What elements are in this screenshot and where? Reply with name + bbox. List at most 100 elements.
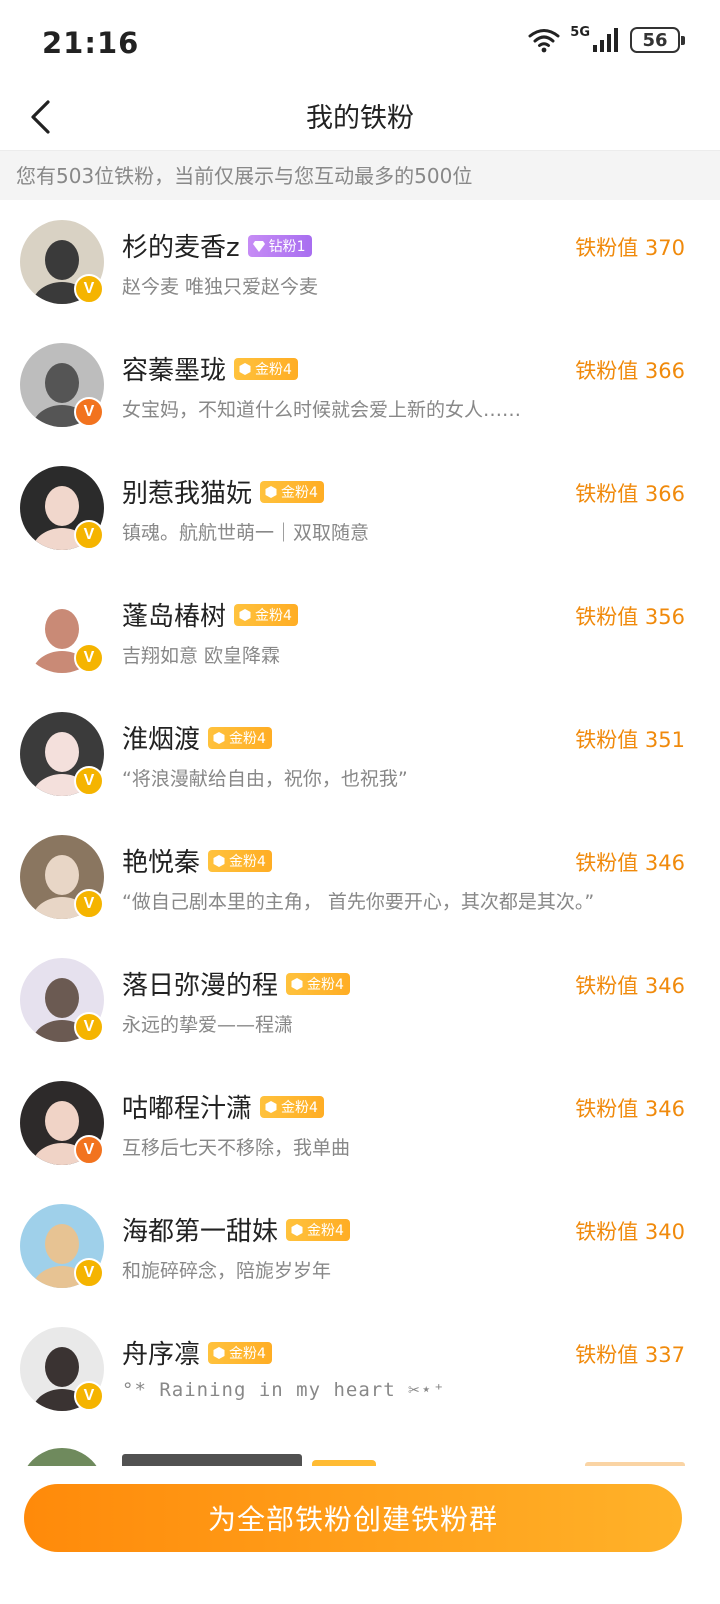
fan-row[interactable]: V 艳悦秦 金粉4 “做自己剧本里的主角， 首先你要开心，其次都是其次。” 铁粉… <box>0 815 720 938</box>
gold-medal-icon <box>212 854 226 868</box>
name-line: 落日弥漫的程 金粉4 <box>122 965 350 1002</box>
avatar[interactable]: V <box>20 343 104 427</box>
fan-level-label: 金粉4 <box>281 1099 318 1116</box>
fan-name[interactable]: 杉的麦香z <box>122 227 240 264</box>
fan-score: 铁粉值 366 <box>575 482 685 506</box>
fan-row[interactable]: V 别惹我猫妧 金粉4 镇魂。航航世萌一｜双取随意 铁粉值 366 <box>0 446 720 569</box>
name-line: 别惹我猫妧 金粉4 <box>122 473 324 510</box>
gold-medal-icon <box>238 608 252 622</box>
fan-score: 铁粉值 346 <box>575 1097 685 1121</box>
avatar[interactable]: V <box>20 1204 104 1288</box>
fan-name[interactable]: 蓬岛椿树 <box>122 596 226 633</box>
fan-row[interactable]: V 杉的麦香z 钻粉1 赵今麦 唯独只爱赵今麦 铁粉值 370 <box>0 200 720 323</box>
fan-level-badge: 金粉4 <box>260 1095 324 1118</box>
fan-name[interactable]: 咕嘟程汁潇 <box>122 1088 252 1125</box>
fan-level-badge: 金粉4 <box>234 603 298 626</box>
verified-badge-icon: V <box>74 520 104 550</box>
fan-description: “将浪漫献给自由，祝你，也祝我” <box>122 768 408 790</box>
bottom-action-area: 为全部铁粉创建铁粉群 <box>0 1466 720 1604</box>
gold-medal-icon <box>264 1100 278 1114</box>
avatar[interactable]: V <box>20 958 104 1042</box>
fan-score: 铁粉值 340 <box>575 1220 685 1244</box>
fan-row[interactable]: V 容蓁墨珑 金粉4 女宝妈，不知道什么时候就会爱上新的女人…… 铁粉值 366 <box>0 323 720 446</box>
fan-level-label: 金粉4 <box>307 976 344 993</box>
avatar[interactable]: V <box>20 220 104 304</box>
fan-row[interactable]: V 蓬岛椿树 金粉4 吉翔如意 欧皇降霖 铁粉值 356 <box>0 569 720 692</box>
avatar[interactable]: V <box>20 712 104 796</box>
fan-level-label: 金粉4 <box>229 853 266 870</box>
verified-badge-icon: V <box>74 766 104 796</box>
fan-description: 女宝妈，不知道什么时候就会爱上新的女人…… <box>122 399 522 421</box>
fan-score: 铁粉值 370 <box>575 236 685 260</box>
verified-badge-icon: V <box>74 397 104 427</box>
fan-row[interactable]: V 落日弥漫的程 金粉4 永远的挚爱——程潇 铁粉值 346 <box>0 938 720 1061</box>
status-bar: 21:16 5G 56 <box>0 0 720 86</box>
fan-description: 镇魂。航航世萌一｜双取随意 <box>122 522 370 544</box>
fan-row[interactable]: V 舟序凛 金粉4 °* Raining in my heart ✂⋆⁺ 铁粉值… <box>0 1307 720 1430</box>
fan-description: 赵今麦 唯独只爱赵今麦 <box>122 276 319 298</box>
gold-medal-icon <box>290 977 304 991</box>
fan-score: 铁粉值 346 <box>575 974 685 998</box>
create-fan-group-button[interactable]: 为全部铁粉创建铁粉群 <box>24 1484 682 1552</box>
avatar[interactable]: V <box>20 1081 104 1165</box>
status-icons: 5G 56 <box>528 25 685 53</box>
battery-level: 56 <box>642 29 668 51</box>
fan-name[interactable]: 海都第一甜妹 <box>122 1211 278 1248</box>
gold-medal-icon <box>290 1223 304 1237</box>
fan-level-badge: 金粉4 <box>286 1218 350 1241</box>
name-line: 舟序凛 金粉4 <box>122 1334 272 1371</box>
status-time: 21:16 <box>42 26 140 60</box>
fan-level-badge: 金粉4 <box>286 972 350 995</box>
wifi-icon <box>528 29 560 53</box>
avatar[interactable]: V <box>20 589 104 673</box>
fan-score: 铁粉值 351 <box>575 728 685 752</box>
fan-description: 吉翔如意 欧皇降霖 <box>122 645 281 667</box>
fan-level-label: 金粉4 <box>281 484 318 501</box>
fan-name[interactable]: 淮烟渡 <box>122 719 200 756</box>
fan-level-label: 钻粉1 <box>268 238 306 255</box>
network-type: 5G <box>570 25 590 40</box>
fan-level-label: 金粉4 <box>229 730 266 747</box>
name-line: 淮烟渡 金粉4 <box>122 719 272 756</box>
battery-icon: 56 <box>630 27 685 53</box>
fan-name[interactable]: 舟序凛 <box>122 1334 200 1371</box>
fan-score: 铁粉值 337 <box>575 1343 685 1367</box>
fan-level-badge: 金粉4 <box>260 480 324 503</box>
gold-medal-icon <box>212 1346 226 1360</box>
name-line: 杉的麦香z 钻粉1 <box>122 227 312 264</box>
fan-row[interactable]: V 淮烟渡 金粉4 “将浪漫献给自由，祝你，也祝我” 铁粉值 351 <box>0 692 720 815</box>
fan-description: 和旎碎碎念，陪旎岁岁年 <box>122 1260 332 1282</box>
name-line: 海都第一甜妹 金粉4 <box>122 1211 350 1248</box>
verified-badge-icon: V <box>74 889 104 919</box>
fan-description: 互移后七天不移除，我单曲 <box>122 1137 351 1159</box>
fan-name[interactable]: 艳悦秦 <box>122 842 200 879</box>
fan-name[interactable]: 别惹我猫妧 <box>122 473 252 510</box>
avatar[interactable]: V <box>20 1327 104 1411</box>
fan-level-badge: 金粉4 <box>208 1341 272 1364</box>
fan-name[interactable]: 容蓁墨珑 <box>122 350 226 387</box>
fan-row[interactable]: V 海都第一甜妹 金粉4 和旎碎碎念，陪旎岁岁年 铁粉值 340 <box>0 1184 720 1307</box>
verified-badge-icon: V <box>74 643 104 673</box>
fan-score: 铁粉值 356 <box>575 605 685 629</box>
verified-badge-icon: V <box>74 1381 104 1411</box>
fan-description: 永远的挚爱——程潇 <box>122 1014 294 1036</box>
avatar[interactable]: V <box>20 466 104 550</box>
gold-medal-icon <box>264 485 278 499</box>
fan-name[interactable]: 落日弥漫的程 <box>122 965 278 1002</box>
fan-level-label: 金粉4 <box>229 1345 266 1362</box>
verified-badge-icon: V <box>74 274 104 304</box>
fan-level-label: 金粉4 <box>255 361 292 378</box>
name-line: 蓬岛椿树 金粉4 <box>122 596 298 633</box>
name-line: 容蓁墨珑 金粉4 <box>122 350 298 387</box>
avatar[interactable]: V <box>20 835 104 919</box>
fan-description: °* Raining in my heart ✂⋆⁺ <box>122 1379 446 1401</box>
fan-row[interactable]: V 咕嘟程汁潇 金粉4 互移后七天不移除，我单曲 铁粉值 346 <box>0 1061 720 1184</box>
name-line: 艳悦秦 金粉4 <box>122 842 272 879</box>
fan-level-label: 金粉4 <box>307 1222 344 1239</box>
gold-medal-icon <box>212 731 226 745</box>
fan-score: 铁粉值 366 <box>575 359 685 383</box>
verified-badge-icon: V <box>74 1258 104 1288</box>
fan-level-badge: 金粉4 <box>208 849 272 872</box>
verified-badge-icon: V <box>74 1012 104 1042</box>
name-line: 咕嘟程汁潇 金粉4 <box>122 1088 324 1125</box>
